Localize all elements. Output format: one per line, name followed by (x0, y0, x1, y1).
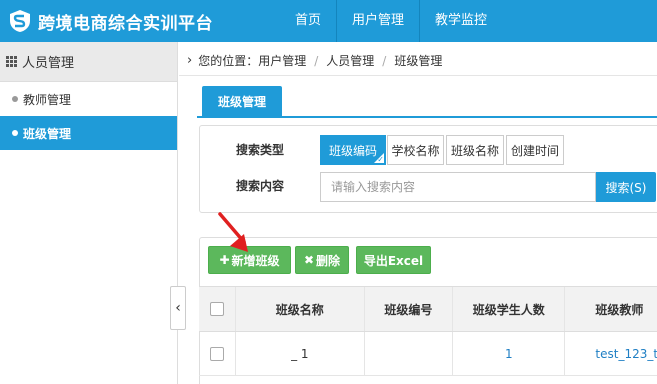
sidebar-group-personnel[interactable]: 人员管理 (0, 42, 177, 82)
cell-teacher-link[interactable]: test_123_t (565, 332, 657, 375)
delete-button[interactable]: ✖ 删除 (295, 246, 349, 274)
search-button[interactable]: 搜索(S) (596, 172, 656, 202)
header-checkbox-cell (199, 287, 236, 331)
nav-user-management[interactable]: 用户管理 (336, 0, 419, 42)
delete-label: 删除 (316, 253, 341, 268)
sidebar-item-teacher-management[interactable]: 教师管理 (0, 82, 177, 116)
search-input[interactable] (320, 172, 596, 202)
plus-icon: ✚ (219, 253, 230, 267)
chevron-left-icon: ‹ (175, 300, 181, 316)
nav-teaching-monitor[interactable]: 教学监控 (419, 0, 502, 42)
add-class-label: 新增班级 (231, 253, 280, 268)
bullet-icon (12, 130, 18, 136)
search-panel: 搜索类型 班级编码 ✓ 学校名称 班级名称 创建时间 搜索内容 搜索(S) (199, 125, 657, 213)
sidebar-collapse-button[interactable]: ‹ (170, 286, 186, 330)
sidebar-item-class-management[interactable]: 班级管理 (0, 116, 177, 150)
table-row: _ 1 1 test_123_t (199, 332, 657, 376)
search-type-option-label: 班级编码 (328, 143, 377, 158)
table-header: 班级名称 班级编号 班级学生人数 班级教师 (199, 286, 657, 332)
x-icon: ✖ (303, 253, 315, 267)
sidebar-item-label: 班级管理 (23, 126, 72, 141)
check-icon: ✓ (377, 155, 384, 164)
app-title: 跨境电商综合实训平台 (38, 13, 213, 34)
column-header-class-name: 班级名称 (236, 287, 365, 331)
breadcrumb-item[interactable]: 用户管理 (258, 52, 306, 69)
add-class-button[interactable]: ✚ 新增班级 (208, 246, 291, 274)
search-type-school-name[interactable]: 学校名称 (387, 135, 444, 165)
chevron-right-icon: › (187, 53, 193, 68)
grid-icon (6, 56, 17, 67)
column-header-student-count: 班级学生人数 (453, 287, 566, 331)
tab-class-management[interactable]: 班级管理 (202, 86, 282, 116)
export-excel-button[interactable]: 导出Excel (356, 246, 431, 274)
search-type-class-code[interactable]: 班级编码 ✓ (320, 135, 386, 165)
row-checkbox-cell (199, 332, 236, 375)
cell-class-code (365, 332, 454, 375)
cell-student-count-link[interactable]: 1 (453, 332, 566, 375)
class-table: 班级名称 班级编号 班级学生人数 班级教师 _ 1 1 test_123_t (199, 286, 657, 376)
bullet-icon (12, 96, 18, 102)
breadcrumb-item[interactable]: 人员管理 (326, 52, 374, 69)
search-type-label: 搜索类型 (236, 143, 285, 157)
top-bar: 跨境电商综合实训平台 首页 用户管理 教学监控 (0, 0, 657, 42)
sidebar-item-label: 教师管理 (23, 92, 72, 107)
breadcrumb-separator: / (382, 53, 387, 68)
row-checkbox[interactable] (209, 346, 224, 361)
cell-class-name: _ 1 (236, 332, 365, 375)
tab-underline (197, 116, 657, 118)
nav-home[interactable]: 首页 (280, 0, 336, 42)
breadcrumb-separator: / (314, 53, 319, 68)
s-shield-logo-icon (10, 10, 30, 32)
column-header-teacher: 班级教师 (595, 302, 644, 317)
top-nav: 首页 用户管理 教学监控 (280, 0, 502, 42)
breadcrumb: › 您的位置： 用户管理 / 人员管理 / 班级管理 (179, 46, 657, 76)
select-all-checkbox[interactable] (209, 302, 224, 316)
column-header-class-code: 班级编号 (365, 287, 454, 331)
sidebar-group-label: 人员管理 (22, 56, 75, 71)
search-content-label: 搜索内容 (236, 179, 285, 193)
sidebar: 人员管理 教师管理 班级管理 (0, 42, 178, 384)
search-type-created-time[interactable]: 创建时间 (506, 135, 564, 165)
breadcrumb-prefix: 您的位置： (198, 54, 259, 68)
breadcrumb-item-current: 班级管理 (394, 54, 443, 68)
search-type-class-name[interactable]: 班级名称 (446, 135, 504, 165)
logo[interactable]: 跨境电商综合实训平台 (8, 8, 213, 34)
